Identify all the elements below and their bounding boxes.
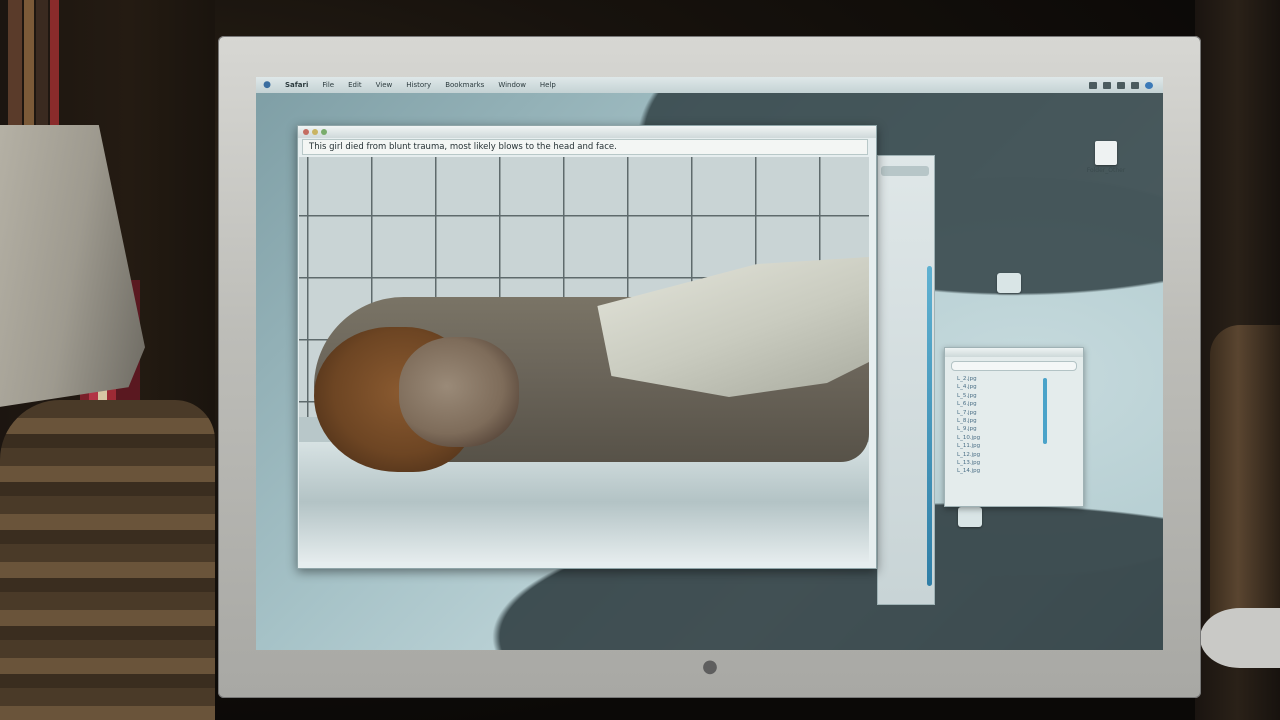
menu-bookmarks[interactable]: Bookmarks <box>438 81 491 89</box>
volume-icon[interactable] <box>1117 81 1125 89</box>
file-item[interactable]: L_6.jpg <box>957 400 1083 408</box>
dish <box>1200 608 1280 668</box>
book <box>8 0 22 135</box>
status-icon[interactable] <box>1131 81 1139 89</box>
menu-view[interactable]: View <box>369 81 400 89</box>
apple-menu-icon[interactable]: ● <box>256 80 278 90</box>
zoom-button[interactable] <box>321 129 327 135</box>
menu-status-area <box>1089 81 1163 89</box>
file-item[interactable]: L_9.jpg <box>957 425 1083 433</box>
autopsy-photo <box>299 157 869 562</box>
close-button[interactable] <box>303 129 309 135</box>
file-item[interactable]: L_14.jpg <box>957 467 1083 475</box>
face-shape <box>399 337 519 447</box>
pottery <box>1210 325 1280 635</box>
status-icon[interactable] <box>1089 81 1097 89</box>
file-item[interactable]: L_12.jpg <box>957 451 1083 459</box>
file-item[interactable]: L_11.jpg <box>957 442 1083 450</box>
file-item[interactable]: L_2.jpg <box>957 375 1083 383</box>
folder-icon <box>997 273 1021 293</box>
file-item[interactable]: L_4.jpg <box>957 383 1083 391</box>
window-toolbar <box>881 166 929 176</box>
menu-bar: ● Safari File Edit View History Bookmark… <box>256 77 1163 93</box>
book <box>36 0 48 135</box>
screen: ● Safari File Edit View History Bookmark… <box>256 77 1163 650</box>
file-item[interactable]: L_13.jpg <box>957 459 1083 467</box>
minimize-button[interactable] <box>312 129 318 135</box>
book <box>24 0 34 135</box>
menu-edit[interactable]: Edit <box>341 81 369 89</box>
book <box>50 0 59 135</box>
menu-history[interactable]: History <box>399 81 438 89</box>
desktop-icon-document[interactable]: Folder_Other <box>1076 141 1136 174</box>
desktop-icon-folder[interactable] <box>979 273 1039 295</box>
scrollbar[interactable] <box>1043 378 1047 444</box>
desktop-icon-label: Folder_Other <box>1086 167 1126 174</box>
search-field[interactable] <box>951 361 1077 371</box>
folder-icon <box>958 507 982 527</box>
file-item[interactable]: L_5.jpg <box>957 392 1083 400</box>
menu-help[interactable]: Help <box>533 81 563 89</box>
file-item[interactable]: L_7.jpg <box>957 409 1083 417</box>
file-item[interactable]: L_8.jpg <box>957 417 1083 425</box>
menu-window[interactable]: Window <box>491 81 533 89</box>
file-list-window[interactable]: L_2.jpg L_4.jpg L_5.jpg L_6.jpg L_7.jpg … <box>944 347 1084 507</box>
background-window[interactable] <box>877 155 935 605</box>
document-icon <box>1095 141 1117 165</box>
spotlight-icon[interactable] <box>1145 81 1153 89</box>
window-titlebar[interactable] <box>945 348 1083 357</box>
apple-logo-icon: ● <box>702 656 718 677</box>
image-viewer-window[interactable]: This girl died from blunt trauma, most l… <box>297 125 877 569</box>
desktop-icon-folder[interactable] <box>940 507 1000 529</box>
menu-app[interactable]: Safari <box>278 81 315 89</box>
status-icon[interactable] <box>1103 81 1111 89</box>
window-titlebar[interactable] <box>298 126 876 138</box>
file-item[interactable]: L_10.jpg <box>957 434 1083 442</box>
scrollbar[interactable] <box>927 266 932 586</box>
menu-file[interactable]: File <box>315 81 341 89</box>
file-list: L_2.jpg L_4.jpg L_5.jpg L_6.jpg L_7.jpg … <box>945 375 1083 476</box>
lamp-base <box>0 400 215 720</box>
image-caption: This girl died from blunt trauma, most l… <box>302 139 868 155</box>
